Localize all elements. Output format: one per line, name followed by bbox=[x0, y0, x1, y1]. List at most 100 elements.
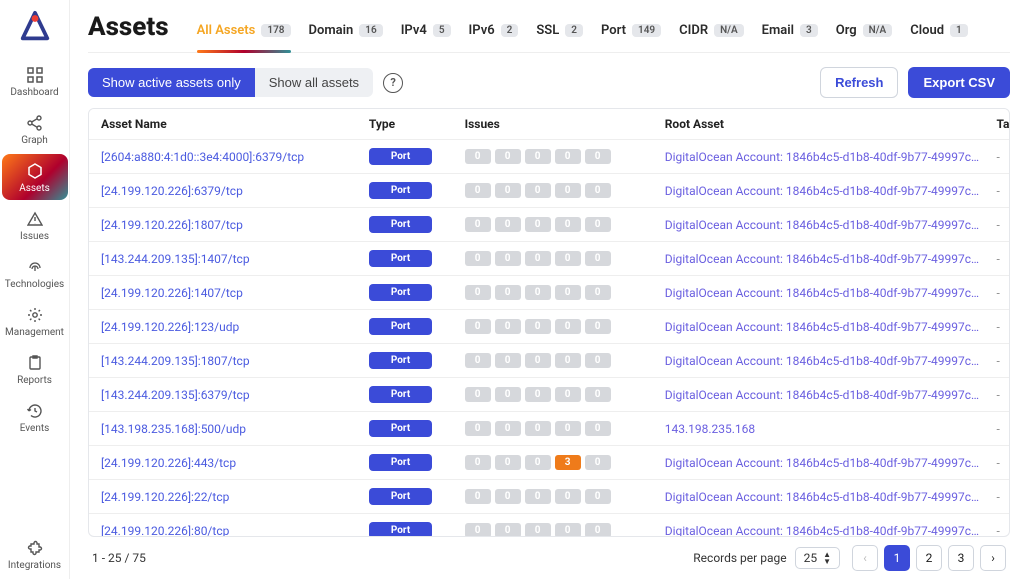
issue-badges: 00000 bbox=[465, 251, 649, 266]
issue-count-badge: 0 bbox=[465, 489, 491, 504]
asset-name-link[interactable]: [24.199.120.226]:1407/tcp bbox=[101, 286, 243, 300]
asset-name-link[interactable]: [24.199.120.226]:443/tcp bbox=[101, 456, 236, 470]
header: Assets All Assets178 Domain16 IPv45 IPv62 SS… bbox=[88, 12, 1010, 53]
tab-label: Org bbox=[836, 23, 857, 38]
asset-name-link[interactable]: [143.198.235.168]:500/udp bbox=[101, 422, 246, 436]
refresh-button[interactable]: Refresh bbox=[820, 67, 898, 98]
tab-count-badge: 178 bbox=[261, 24, 290, 37]
tab-cidr[interactable]: CIDRN/A bbox=[679, 23, 744, 44]
table-row: [143.198.235.168]:500/udpPort00000143.19… bbox=[89, 412, 1009, 446]
nav-technologies[interactable]: Technologies bbox=[2, 250, 68, 296]
root-asset-link[interactable]: DigitalOcean Account: 1846b4c5-d1b8-40df… bbox=[665, 252, 981, 266]
col-type[interactable]: Type bbox=[361, 109, 457, 140]
tab-all-assets[interactable]: All Assets178 bbox=[197, 23, 291, 44]
issue-count-badge: 0 bbox=[525, 217, 551, 232]
page-prev[interactable]: ‹ bbox=[852, 545, 878, 571]
table-row: [2604:a880:4:1d0::3e4:4000]:6379/tcpPort… bbox=[89, 140, 1009, 174]
show-all-assets-button[interactable]: Show all assets bbox=[255, 68, 373, 97]
root-asset-link[interactable]: DigitalOcean Account: 1846b4c5-d1b8-40df… bbox=[665, 150, 981, 164]
issue-count-badge: 0 bbox=[495, 523, 521, 536]
type-badge: Port bbox=[369, 216, 432, 233]
toolbar: Show active assets only Show all assets … bbox=[88, 67, 1010, 98]
asset-name-link[interactable]: [143.244.209.135]:1807/tcp bbox=[101, 354, 250, 368]
issue-count-badge: 0 bbox=[555, 183, 581, 198]
issue-count-badge: 0 bbox=[525, 489, 551, 504]
tab-org[interactable]: Org N/A bbox=[836, 23, 892, 44]
nav-events[interactable]: Events bbox=[2, 394, 68, 440]
page-title: Assets bbox=[88, 12, 169, 52]
help-icon[interactable]: ? bbox=[383, 73, 403, 93]
tags-cell: - bbox=[988, 276, 1009, 310]
gear-icon bbox=[26, 306, 44, 324]
root-asset-link[interactable]: DigitalOcean Account: 1846b4c5-d1b8-40df… bbox=[665, 354, 981, 368]
tab-email[interactable]: Email3 bbox=[762, 23, 818, 44]
tab-ipv6[interactable]: IPv62 bbox=[469, 23, 519, 44]
asset-name-link[interactable]: [24.199.120.226]:123/udp bbox=[101, 320, 239, 334]
issue-count-badge: 0 bbox=[585, 183, 611, 198]
asset-name-link[interactable]: [24.199.120.226]:6379/tcp bbox=[101, 184, 243, 198]
root-asset-link[interactable]: DigitalOcean Account: 1846b4c5-d1b8-40df… bbox=[665, 218, 981, 232]
tab-ipv4[interactable]: IPv45 bbox=[401, 23, 451, 44]
issue-badges: 00000 bbox=[465, 285, 649, 300]
table-viewport[interactable]: Asset Name Type Issues Root Asset Tags L… bbox=[89, 109, 1009, 536]
nav-label: Dashboard bbox=[10, 87, 58, 98]
rpp-select[interactable]: 25 ▲▼ bbox=[795, 547, 840, 569]
tab-label: Cloud bbox=[910, 23, 944, 38]
asset-name-link[interactable]: [143.244.209.135]:6379/tcp bbox=[101, 388, 250, 402]
root-asset-link[interactable]: DigitalOcean Account: 1846b4c5-d1b8-40df… bbox=[665, 490, 981, 504]
issue-count-badge: 0 bbox=[585, 149, 611, 164]
tab-label: Email bbox=[762, 23, 794, 38]
issue-count-badge: 0 bbox=[555, 251, 581, 266]
tags-cell: - bbox=[988, 208, 1009, 242]
export-csv-button[interactable]: Export CSV bbox=[908, 67, 1010, 98]
issue-count-badge: 0 bbox=[555, 319, 581, 334]
app-logo bbox=[18, 10, 52, 44]
tab-cloud[interactable]: Cloud 1 bbox=[910, 23, 968, 44]
issue-count-badge: 0 bbox=[465, 183, 491, 198]
tab-domain[interactable]: Domain16 bbox=[309, 23, 383, 44]
page-1[interactable]: 1 bbox=[884, 545, 910, 571]
asset-visibility-toggle: Show active assets only Show all assets bbox=[88, 68, 373, 97]
issue-count-badge: 0 bbox=[525, 421, 551, 436]
show-active-assets-button[interactable]: Show active assets only bbox=[88, 68, 255, 97]
tab-port[interactable]: Port149 bbox=[601, 23, 661, 44]
asset-name-link[interactable]: [24.199.120.226]:22/tcp bbox=[101, 490, 229, 504]
root-asset-link[interactable]: DigitalOcean Account: 1846b4c5-d1b8-40df… bbox=[665, 524, 981, 537]
asset-name-link[interactable]: [143.244.209.135]:1407/tcp bbox=[101, 252, 250, 266]
issue-count-badge: 0 bbox=[465, 421, 491, 436]
col-issues[interactable]: Issues bbox=[457, 109, 657, 140]
col-tags[interactable]: Tags bbox=[988, 109, 1009, 140]
root-asset-link[interactable]: DigitalOcean Account: 1846b4c5-d1b8-40df… bbox=[665, 286, 981, 300]
nav-management[interactable]: Management bbox=[2, 298, 68, 344]
asset-name-link[interactable]: [24.199.120.226]:1807/tcp bbox=[101, 218, 243, 232]
root-asset-link[interactable]: 143.198.235.168 bbox=[665, 422, 981, 436]
nav-integrations[interactable]: Integrations bbox=[2, 531, 68, 577]
table-row: [24.199.120.226]:6379/tcpPort00000Digita… bbox=[89, 174, 1009, 208]
asset-name-link[interactable]: [2604:a880:4:1d0::3e4:4000]:6379/tcp bbox=[101, 150, 304, 164]
page-2[interactable]: 2 bbox=[916, 545, 942, 571]
nav-assets[interactable]: Assets bbox=[2, 154, 68, 200]
type-badge: Port bbox=[369, 182, 432, 199]
root-asset-link[interactable]: DigitalOcean Account: 1846b4c5-d1b8-40df… bbox=[665, 456, 981, 470]
rpp-value: 25 bbox=[804, 551, 818, 565]
root-asset-link[interactable]: DigitalOcean Account: 1846b4c5-d1b8-40df… bbox=[665, 388, 981, 402]
tab-count-badge: 1 bbox=[950, 24, 968, 37]
tab-label: IPv6 bbox=[469, 23, 495, 38]
tab-ssl[interactable]: SSL2 bbox=[536, 23, 583, 44]
asset-name-link[interactable]: [24.199.120.226]:80/tcp bbox=[101, 524, 229, 537]
tags-cell: - bbox=[988, 174, 1009, 208]
col-asset-name[interactable]: Asset Name bbox=[89, 109, 361, 140]
root-asset-link[interactable]: DigitalOcean Account: 1846b4c5-d1b8-40df… bbox=[665, 184, 981, 198]
nav-dashboard[interactable]: Dashboard bbox=[2, 58, 68, 104]
nav-issues[interactable]: Issues bbox=[2, 202, 68, 248]
col-root-asset[interactable]: Root Asset bbox=[657, 109, 989, 140]
nav-graph[interactable]: Graph bbox=[2, 106, 68, 152]
page-next[interactable]: › bbox=[980, 545, 1006, 571]
type-badge: Port bbox=[369, 522, 432, 536]
tab-count-badge: N/A bbox=[863, 24, 893, 37]
pager: ‹ 1 2 3 › bbox=[852, 545, 1006, 571]
table-row: [143.244.209.135]:1407/tcpPort00000Digit… bbox=[89, 242, 1009, 276]
root-asset-link[interactable]: DigitalOcean Account: 1846b4c5-d1b8-40df… bbox=[665, 320, 981, 334]
nav-reports[interactable]: Reports bbox=[2, 346, 68, 392]
page-3[interactable]: 3 bbox=[948, 545, 974, 571]
